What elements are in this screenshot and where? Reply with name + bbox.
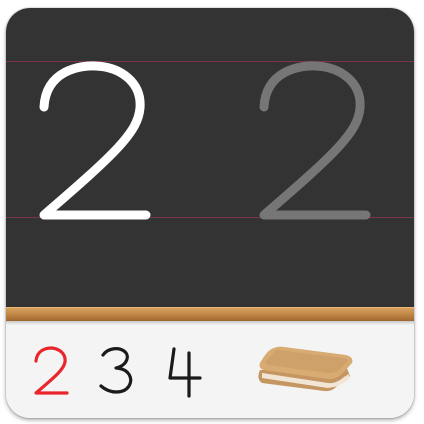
writing-area[interactable] [6, 8, 414, 307]
chalk-ledge [6, 307, 414, 321]
digit-button-2[interactable] [34, 346, 69, 395]
app-icon: 2 2 2 3 4 [6, 8, 414, 418]
eraser-icon[interactable] [258, 346, 353, 392]
chalkboard[interactable]: 2 2 [6, 8, 414, 307]
practice-digit-2 [39, 61, 151, 220]
model-digit-2 [259, 61, 371, 220]
digit-button-3[interactable] [99, 347, 133, 394]
digit-button-4[interactable] [168, 347, 202, 398]
digit-tray: 2 3 4 [6, 321, 414, 418]
ledge-shadow [6, 321, 414, 325]
